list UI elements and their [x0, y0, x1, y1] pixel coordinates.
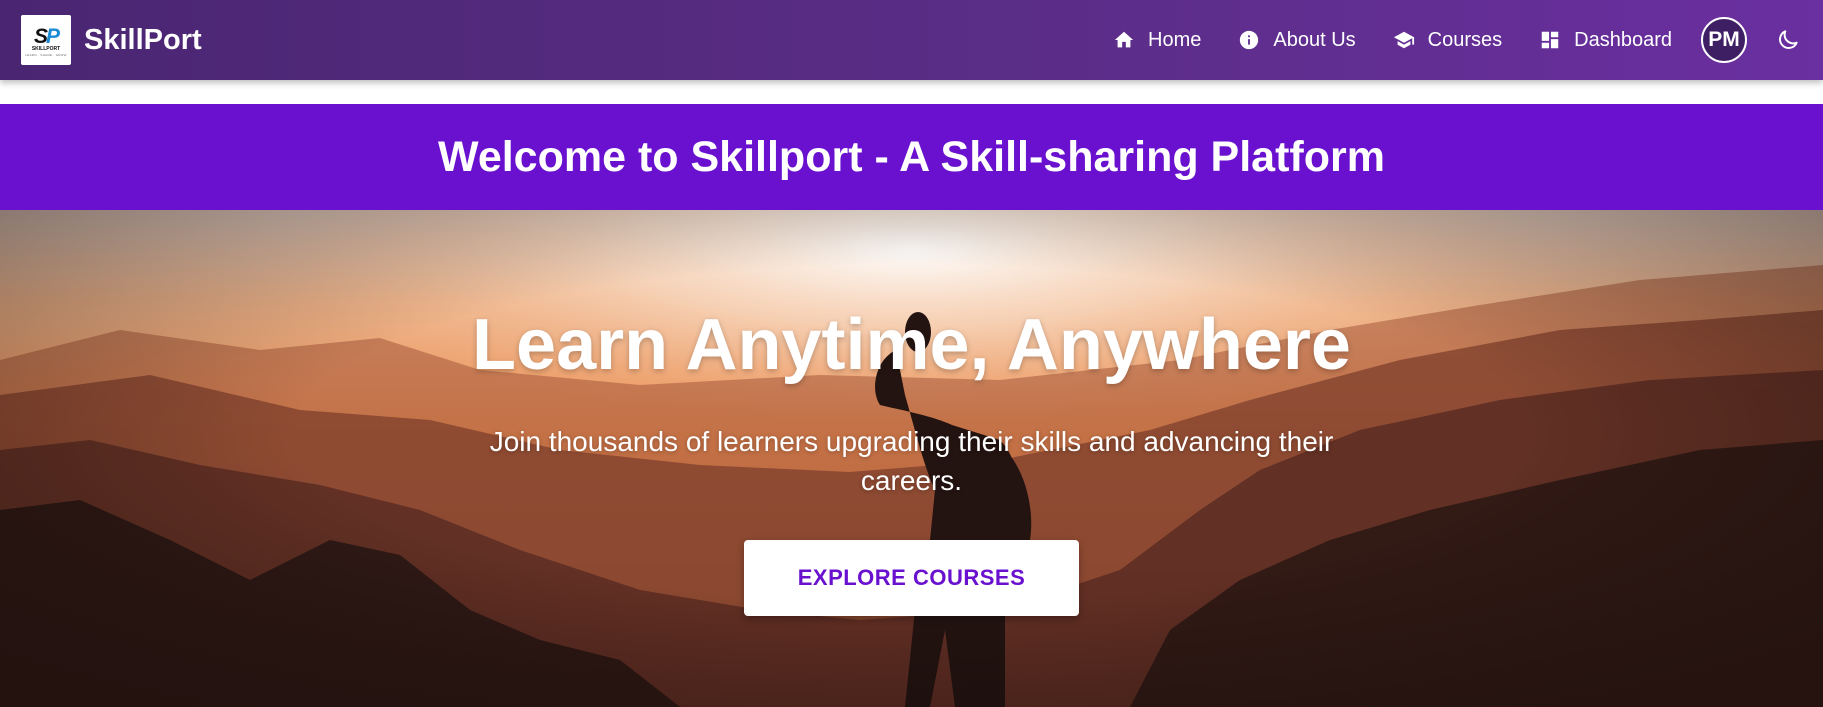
- top-navbar: SP SKILLPORT LEARN · SHARE · GROW SkillP…: [0, 0, 1823, 80]
- nav-home[interactable]: Home: [1112, 28, 1201, 52]
- hero-subtitle: Join thousands of learners upgrading the…: [489, 426, 1334, 496]
- nav-dashboard[interactable]: Dashboard: [1538, 28, 1672, 52]
- nav-home-label: Home: [1148, 28, 1202, 51]
- nav-courses[interactable]: Courses: [1392, 28, 1502, 52]
- dashboard-icon: [1538, 28, 1562, 52]
- info-icon: [1237, 28, 1261, 52]
- user-avatar[interactable]: PM: [1701, 17, 1747, 63]
- logo-tagline: LEARN · SHARE · GROW: [25, 52, 67, 57]
- nav-courses-label: Courses: [1427, 28, 1503, 51]
- brand-logo[interactable]: SP SKILLPORT LEARN · SHARE · GROW: [21, 15, 71, 65]
- welcome-title: Welcome to Skillport - A Skill-sharing P…: [438, 132, 1385, 181]
- graduation-cap-icon: [1392, 28, 1416, 52]
- logo-letter-s: S: [33, 24, 48, 48]
- logo-wordmark: SKILLPORT: [31, 45, 61, 52]
- nav-links: Home About Us Courses Dashboard PM: [1112, 0, 1823, 80]
- moon-icon: [1775, 27, 1801, 53]
- hero-content: Learn Anytime, Anywhere Join thousands o…: [0, 210, 1823, 707]
- logo-letter-p: P: [46, 24, 60, 48]
- welcome-banner: Welcome to Skillport - A Skill-sharing P…: [0, 104, 1823, 210]
- nav-dashboard-label: Dashboard: [1574, 28, 1672, 51]
- explore-courses-button[interactable]: EXPLORE COURSES: [744, 540, 1079, 616]
- hero-section: Learn Anytime, Anywhere Join thousands o…: [0, 210, 1823, 707]
- brand[interactable]: SP SKILLPORT LEARN · SHARE · GROW SkillP…: [21, 15, 202, 65]
- home-icon: [1112, 28, 1136, 52]
- nav-about-label: About Us: [1273, 28, 1356, 51]
- hero-title: Learn Anytime, Anywhere: [472, 305, 1351, 385]
- nav-about[interactable]: About Us: [1237, 28, 1356, 52]
- theme-toggle-button[interactable]: [1773, 25, 1803, 55]
- brand-name[interactable]: SkillPort: [84, 24, 202, 57]
- logo-monogram: SP: [33, 24, 60, 48]
